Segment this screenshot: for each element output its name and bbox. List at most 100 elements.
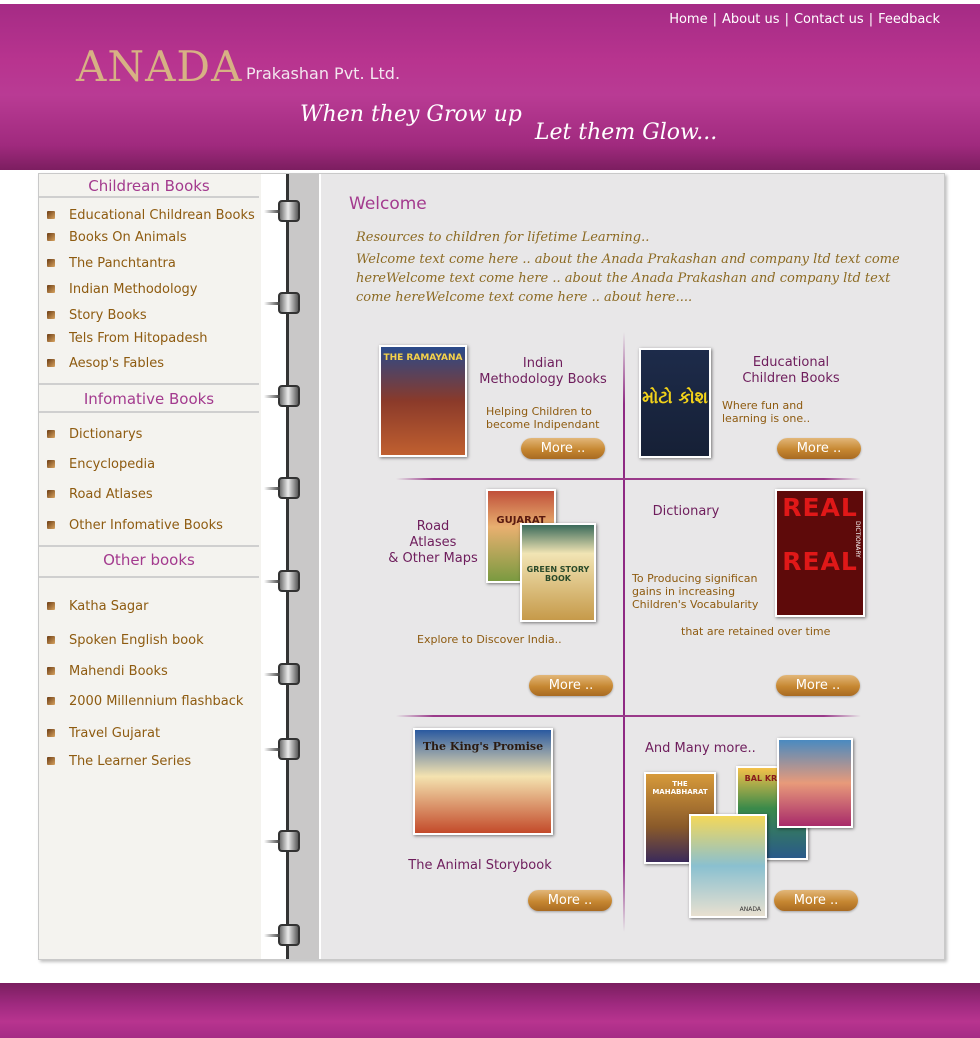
green-story-book-cover-image[interactable]: GREEN STORY BOOK	[520, 523, 596, 622]
cover-title: REAL	[782, 547, 858, 576]
product-desc-extra: that are retained over time	[681, 625, 831, 638]
nav-separator: |	[868, 12, 874, 27]
cover-label: ANADA	[739, 906, 761, 913]
product-title-indian-methodology[interactable]: Indian Methodology Books	[471, 356, 615, 388]
sidebar-item-educational-childrean-books[interactable]: Educational Childrean Books	[47, 208, 255, 223]
bullet-icon	[47, 460, 55, 468]
content-frame: Childrean Books Educational Childrean Bo…	[38, 173, 945, 960]
notebook-spine	[261, 174, 321, 959]
sidebar-item-hitopadesh[interactable]: Tels From Hitopadesh	[47, 331, 208, 346]
binder-ring-icon	[264, 385, 300, 407]
product-title-many-more[interactable]: And Many more..	[645, 741, 765, 757]
elephant-cover-image[interactable]: ANADA	[689, 814, 767, 918]
sidebar-item-road-atlases[interactable]: Road Atlases	[47, 487, 153, 502]
sidebar-item-mahendi-books[interactable]: Mahendi Books	[47, 664, 168, 679]
cover-title: GREEN STORY BOOK	[526, 565, 590, 583]
bullet-icon	[47, 667, 55, 675]
tagline: When they Grow up Let them Glow...	[300, 102, 717, 145]
nav-contact[interactable]: Contact us	[794, 12, 864, 27]
horizontal-divider	[396, 478, 861, 480]
bullet-icon	[47, 311, 55, 319]
sidebar-heading-infomative-books: Infomative Books	[83, 390, 215, 408]
sidebar-item-travel-gujarat[interactable]: Travel Gujarat	[47, 726, 160, 741]
sidebar-item-other-infomative-books[interactable]: Other Infomative Books	[47, 518, 223, 533]
cover-title: REAL	[782, 493, 858, 522]
bullet-icon	[47, 490, 55, 498]
intro-body: Welcome text come here .. about the Anad…	[356, 252, 900, 305]
kings-promise-cover-image[interactable]: The King's Promise	[413, 728, 553, 835]
cover-title: મોટો કોશ	[642, 388, 708, 408]
mota-kosh-cover-image[interactable]: મોટો કોશ	[639, 348, 711, 458]
sidebar-item-panchtantra[interactable]: The Panchtantra	[47, 256, 176, 271]
bullet-icon	[47, 430, 55, 438]
sidebar-item-millennium-flashback[interactable]: 2000 Millennium flashback	[47, 694, 243, 709]
storybook-cover-image[interactable]	[777, 738, 853, 828]
nav-separator: |	[784, 12, 789, 27]
binder-ring-icon	[264, 477, 300, 499]
sidebar-item-story-books[interactable]: Story Books	[47, 308, 147, 323]
site-header: Home | About us | Contact us | Feedback ANADA …	[0, 4, 980, 170]
divider	[39, 411, 259, 413]
sidebar-heading-childrean-books: Childrean Books	[88, 177, 210, 195]
product-title-dictionary[interactable]: Dictionary	[651, 504, 721, 520]
product-title-animal-storybook[interactable]: The Animal Storybook	[405, 858, 555, 874]
more-button[interactable]: More ..	[774, 890, 858, 911]
nav-home[interactable]: Home	[669, 12, 707, 27]
sidebar: Childrean Books Educational Childrean Bo…	[39, 174, 261, 959]
more-button[interactable]: More ..	[777, 438, 861, 459]
logo-main[interactable]: ANADA	[76, 42, 242, 91]
product-desc: Where fun and learning is one..	[722, 399, 811, 425]
bullet-icon	[47, 359, 55, 367]
cover-spine-text: DICTIONARY	[854, 521, 861, 558]
divider	[39, 576, 259, 578]
binder-ring-icon	[264, 738, 300, 760]
bullet-icon	[47, 636, 55, 644]
sidebar-item-dictionarys[interactable]: Dictionarys	[47, 427, 142, 442]
site-footer	[0, 983, 980, 1038]
sidebar-item-indian-methodology[interactable]: Indian Methodology	[47, 282, 198, 297]
more-button[interactable]: More ..	[521, 438, 605, 459]
bullet-icon	[47, 697, 55, 705]
sidebar-item-learner-series[interactable]: The Learner Series	[47, 754, 191, 769]
binder-ring-icon	[264, 200, 300, 222]
binder-ring-icon	[264, 924, 300, 946]
product-title-educational-children-books[interactable]: Educational Children Books	[726, 355, 856, 387]
binder-ring-icon	[264, 830, 300, 852]
tagline-part1: When they Grow up	[300, 102, 522, 127]
binder-ring-icon	[264, 570, 300, 592]
product-title-road-atlases[interactable]: Road Atlases & Other Maps	[383, 519, 483, 567]
bullet-icon	[47, 211, 55, 219]
cover-title: THE MAHABHARAT	[652, 780, 708, 796]
intro-text: Resources to children for lifetime Learn…	[356, 228, 916, 307]
sidebar-heading-other-books: Other books	[103, 551, 195, 569]
more-button[interactable]: More ..	[528, 890, 612, 911]
top-nav: Home | About us | Contact us | Feedback	[669, 12, 940, 27]
more-button[interactable]: More ..	[529, 675, 613, 696]
nav-separator: |	[712, 12, 717, 27]
real-dictionary-cover-image[interactable]: REAL REAL DICTIONARY	[775, 489, 865, 617]
more-button[interactable]: More ..	[776, 675, 860, 696]
bullet-icon	[47, 334, 55, 342]
binder-ring-icon	[264, 292, 300, 314]
ramayana-cover-image[interactable]: THE RAMAYANA	[379, 345, 467, 457]
bullet-icon	[47, 729, 55, 737]
vertical-divider	[623, 332, 625, 932]
bullet-icon	[47, 233, 55, 241]
sidebar-item-spoken-english[interactable]: Spoken English book	[47, 633, 204, 648]
nav-about[interactable]: About us	[722, 12, 780, 27]
sidebar-item-aesops-fables[interactable]: Aesop's Fables	[47, 356, 164, 371]
product-desc: Helping Children to become Indipendant	[486, 405, 600, 431]
sidebar-item-books-on-animals[interactable]: Books On Animals	[47, 230, 187, 245]
cover-title: The King's Promise	[422, 740, 544, 753]
cover-title: THE RAMAYANA	[383, 353, 463, 363]
sidebar-item-katha-sagar[interactable]: Katha Sagar	[47, 599, 148, 614]
welcome-title: Welcome	[349, 194, 427, 214]
binder-ring-icon	[264, 663, 300, 685]
divider	[39, 196, 259, 198]
nav-feedback[interactable]: Feedback	[878, 12, 940, 27]
product-desc: To Producing significan gains in increas…	[632, 572, 759, 611]
sidebar-item-encyclopedia[interactable]: Encyclopedia	[47, 457, 155, 472]
bullet-icon	[47, 285, 55, 293]
intro-line1: Resources to children for lifetime Learn…	[356, 230, 650, 245]
horizontal-divider	[396, 715, 861, 717]
